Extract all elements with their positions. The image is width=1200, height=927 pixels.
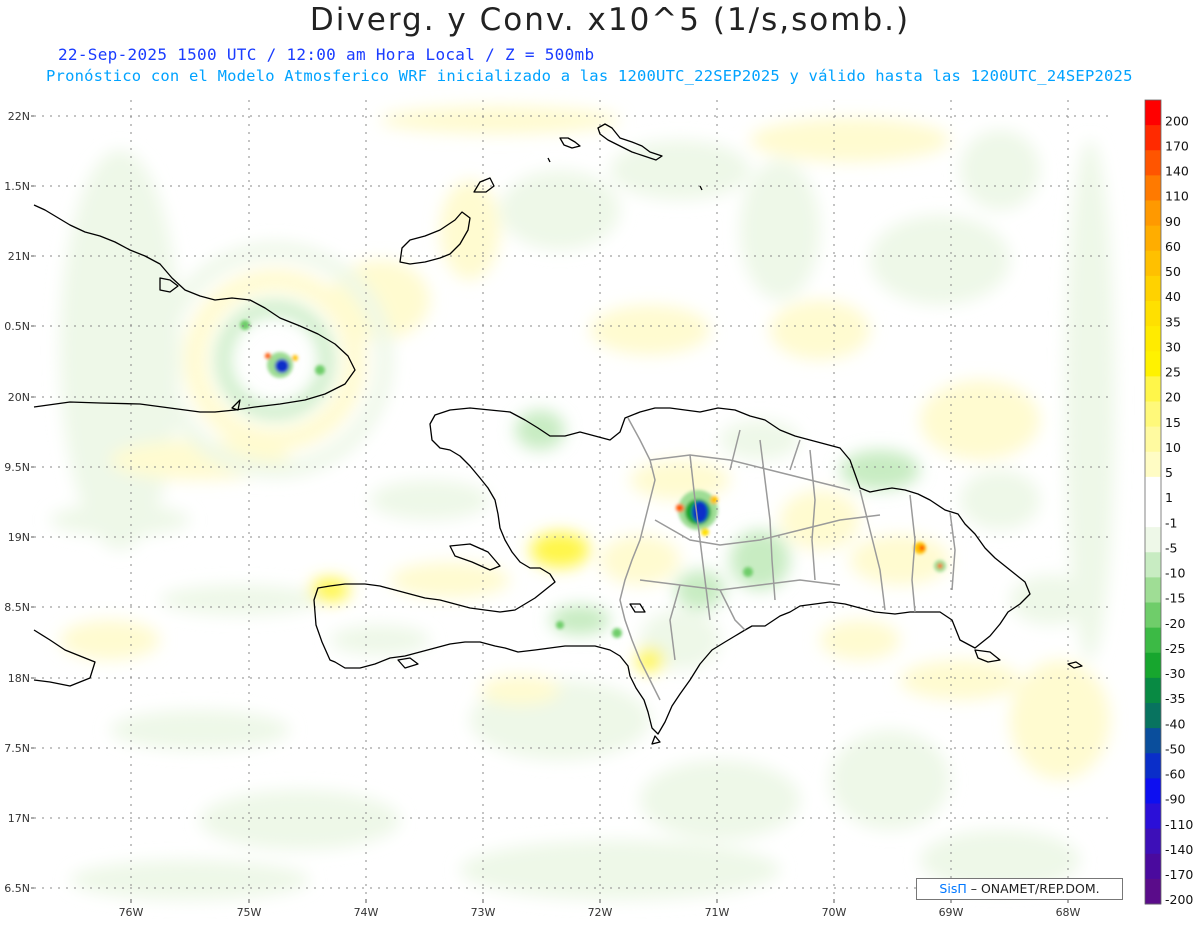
colorbar-swatch	[1145, 200, 1161, 227]
colorbar-label: -50	[1165, 741, 1185, 756]
colorbar-swatch	[1145, 351, 1161, 377]
colorbar-label: -30	[1165, 666, 1185, 681]
colorbar-swatch	[1145, 853, 1161, 880]
colorbar-label: 110	[1165, 189, 1189, 204]
colorbar-label: 5	[1165, 465, 1173, 480]
lat-label: 18N	[8, 672, 30, 685]
colorbar-swatch	[1145, 301, 1161, 327]
colorbar-label: -140	[1165, 842, 1193, 857]
credit-box: SisΠ – ONAMET/REP.DOM.	[916, 878, 1123, 900]
colorbar-label: 30	[1165, 339, 1181, 354]
colorbar-label: 60	[1165, 239, 1181, 254]
lat-label: 7.5N	[4, 742, 30, 755]
lat-label: 0.5N	[4, 320, 30, 333]
forecast-info-line: Pronóstico con el Modelo Atmosferico WRF…	[46, 67, 1133, 85]
lat-label: 19N	[8, 531, 30, 544]
lon-label: 71W	[705, 906, 730, 919]
lon-label: 70W	[822, 906, 847, 919]
lat-label: 22N	[8, 110, 30, 123]
colorbar-swatch	[1145, 175, 1161, 201]
page-title: Diverg. y Conv. x10^5 (1/s,somb.)	[309, 2, 911, 38]
colorbar-swatch	[1145, 803, 1161, 830]
colorbar-label: 20	[1165, 390, 1181, 405]
colorbar-swatch	[1145, 602, 1161, 629]
valid-time-line: 22-Sep-2025 1500 UTC / 12:00 am Hora Loc…	[58, 45, 595, 64]
colorbar-label: -20	[1165, 616, 1185, 631]
colorbar-swatch	[1145, 376, 1161, 402]
colorbar-swatch	[1145, 527, 1161, 553]
colorbar-label: -40	[1165, 716, 1185, 731]
colorbar-label: 1	[1165, 490, 1173, 505]
colorbar-label: 140	[1165, 164, 1189, 179]
lat-label: 6.5N	[4, 882, 30, 895]
colorbar-swatch	[1145, 778, 1161, 804]
colorbar-label: 15	[1165, 415, 1181, 430]
colorbar-swatch	[1145, 577, 1161, 603]
lat-label: 21N	[8, 250, 30, 263]
map-figure: 22N 1.5N 21N 0.5N 20N 9.5N 19N 8.5N 18N …	[4, 99, 1193, 919]
colorbar-label: 170	[1165, 138, 1189, 153]
colorbar-label: 10	[1165, 440, 1181, 455]
colorbar-swatch	[1145, 401, 1161, 428]
colorbar-swatch	[1145, 150, 1161, 176]
colorbar-swatch	[1145, 125, 1161, 151]
lat-label: 8.5N	[4, 601, 30, 614]
lat-label: 9.5N	[4, 461, 30, 474]
colorbar-swatch	[1145, 552, 1161, 578]
colorbar-swatch	[1145, 753, 1161, 779]
colorbar-swatch	[1145, 250, 1161, 277]
colorbar-label: -10	[1165, 566, 1185, 581]
colorbar-swatch	[1145, 275, 1161, 302]
colorbar: 200 170 140 110 90 60 50 40 35 30 25 20 15 10 5 1 -1 -5 -1…	[1144, 99, 1193, 907]
colorbar-label: -1	[1165, 515, 1177, 530]
lon-label: 73W	[471, 906, 496, 919]
colorbar-label: -15	[1165, 591, 1185, 606]
colorbar-swatch	[1145, 502, 1161, 528]
colorbar-swatch	[1145, 627, 1161, 654]
lon-label: 72W	[588, 906, 613, 919]
colorbar-swatch	[1145, 728, 1161, 754]
lat-label: 17N	[8, 812, 30, 825]
colorbar-label: 200	[1165, 113, 1189, 128]
colorbar-swatch	[1145, 225, 1161, 252]
colorbar-label: -90	[1165, 792, 1185, 807]
colorbar-label: 40	[1165, 289, 1181, 304]
colorbar-label: -25	[1165, 641, 1185, 656]
colorbar-swatch	[1145, 476, 1161, 503]
colorbar-label: -35	[1165, 691, 1185, 706]
colorbar-label: 50	[1165, 264, 1181, 279]
lon-label: 76W	[119, 906, 144, 919]
lon-labels: 76W 75W 74W 73W 72W 71W 70W 69W 68W	[119, 906, 1081, 919]
colorbar-label: 35	[1165, 314, 1181, 329]
colorbar-swatch	[1145, 451, 1161, 478]
colorbar-label: -200	[1165, 892, 1193, 907]
lat-label: 20N	[8, 391, 30, 404]
lat-label: 1.5N	[4, 180, 30, 193]
credit-text: – ONAMET/REP.DOM.	[970, 881, 1100, 896]
lon-label: 69W	[939, 906, 964, 919]
colorbar-swatch	[1145, 326, 1161, 352]
colorbar-label: -5	[1165, 540, 1177, 555]
colorbar-swatch	[1145, 100, 1161, 126]
colorbar-swatch	[1145, 677, 1161, 704]
lon-label: 74W	[354, 906, 379, 919]
colorbar-swatch	[1145, 828, 1161, 855]
colorbar-label: -170	[1165, 867, 1193, 882]
lon-label: 75W	[237, 906, 262, 919]
colorbar-label: 90	[1165, 214, 1181, 229]
colorbar-label: -60	[1165, 767, 1185, 782]
sis-logo-text: SisΠ	[939, 881, 967, 896]
lat-labels: 22N 1.5N 21N 0.5N 20N 9.5N 19N 8.5N 18N …	[4, 110, 30, 895]
colorbar-label: -110	[1165, 817, 1193, 832]
colorbar-label: 25	[1165, 365, 1181, 380]
colorbar-swatch	[1145, 426, 1161, 453]
lon-label: 68W	[1056, 906, 1081, 919]
colorbar-swatch	[1145, 878, 1161, 905]
colorbar-swatch	[1145, 652, 1161, 679]
colorbar-swatch	[1145, 703, 1161, 729]
